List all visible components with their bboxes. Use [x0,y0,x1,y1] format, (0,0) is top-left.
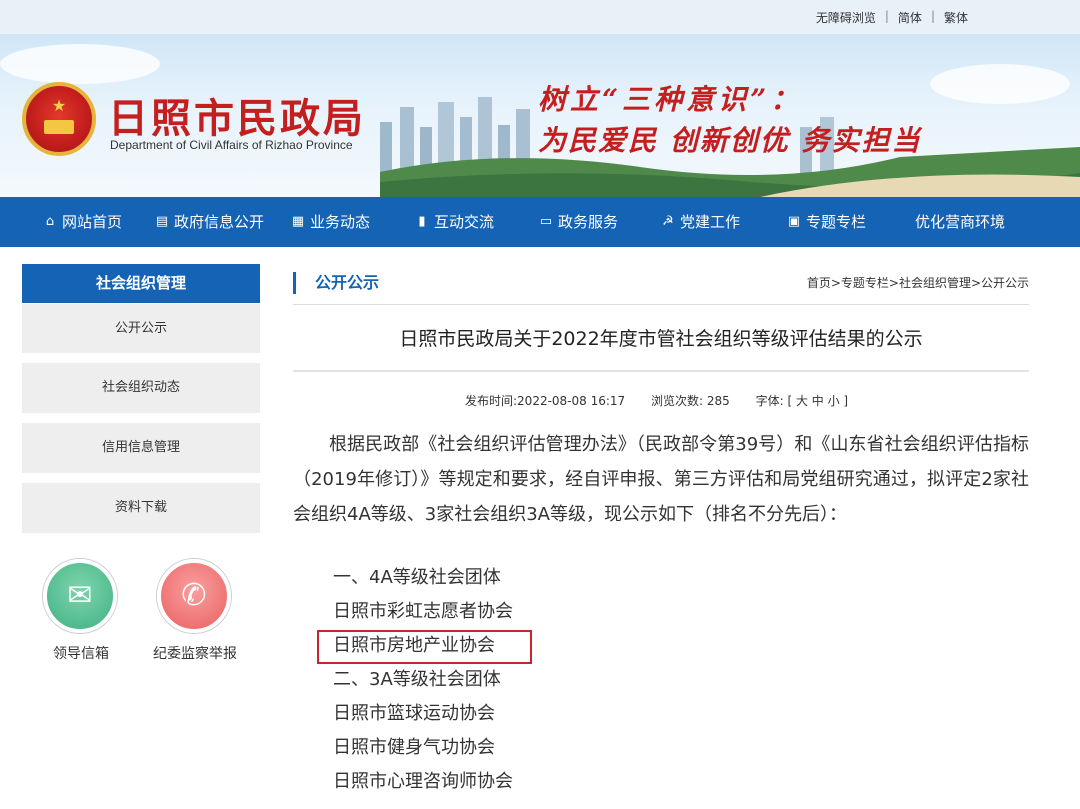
nav-item-gov-info[interactable]: ▤ 政府信息公开 [154,197,264,247]
divider [293,304,1029,305]
separator: | [930,9,935,23]
slogan-line-1: 树立“三种意识”： [538,83,803,116]
sidebar-item-org-news[interactable]: 社会组织动态 [22,363,260,413]
highlight-box [317,630,532,664]
nav-label: 党建工作 [680,213,741,231]
discipline-report-label[interactable]: 纪委监察举报 [153,643,237,663]
divider [293,370,1029,372]
top-utility-bar: 无障碍浏览 | 简体 | 繁体 [0,0,1080,34]
view-count: 浏览次数: 285 [651,394,730,408]
nav-item-gov-service[interactable]: ▭ 政务服务 [538,197,618,247]
site-title[interactable]: 日照市民政局 [108,86,366,144]
list-item: 日照市心理咨询师协会 [333,771,513,792]
sidebar-item-downloads[interactable]: 资料下载 [22,483,260,533]
leader-mailbox-label[interactable]: 领导信箱 [53,643,109,663]
simplified-chinese-link[interactable]: 简体 [898,9,922,26]
section-accent-bar [293,272,296,294]
discipline-report-button[interactable]: ✆ [157,559,231,633]
news-icon: ▦ [291,214,305,229]
quick-links: ✉ 领导信箱 ✆ 纪委监察举报 [22,559,260,669]
list-item: 日照市篮球运动协会 [333,703,495,724]
site-banner: ★ 日照市民政局 Department of Civil Affairs of … [0,34,1080,197]
article-body-paragraph: 根据民政部《社会组织评估管理办法》（民政部令第39号）和《山东省社会组织评估指标… [293,434,1029,525]
sidebar: 社会组织管理 公开公示 社会组织动态 信用信息管理 资料下载 [22,264,260,533]
section-title: 公开公示 [315,273,380,292]
utility-links: 无障碍浏览 | 简体 | 繁体 [816,9,968,26]
sidebar-heading: 社会组织管理 [22,264,260,303]
phone-icon: ✆ [181,578,207,613]
nav-label: 互动交流 [434,213,495,231]
list-item: 日照市健身气功协会 [333,737,495,758]
traditional-chinese-link[interactable]: 繁体 [944,9,968,26]
nav-label: 专题专栏 [806,213,867,231]
sidebar-item-credit-info[interactable]: 信用信息管理 [22,423,260,473]
nav-item-party-building[interactable]: ☭ 党建工作 [660,197,740,247]
font-size-label: 字体: [755,394,784,408]
accessibility-link[interactable]: 无障碍浏览 [816,9,876,26]
nav-item-business-news[interactable]: ▦ 业务动态 [290,197,370,247]
topic-icon: ▣ [787,214,801,229]
breadcrumb[interactable]: 首页>专题专栏>社会组织管理>公开公示 [807,274,1029,291]
leader-mailbox-button[interactable]: ✉ [43,559,117,633]
nav-item-business-environment[interactable]: 优化营商环境 [915,197,1005,247]
site-subtitle: Department of Civil Affairs of Rizhao Pr… [110,138,353,152]
publish-time: 发布时间:2022-08-08 16:17 [465,394,626,408]
font-size-selector[interactable]: [ 大 中 小 ] [787,394,848,408]
slogan-line-2: 为民爱民 创新创优 务实担当 [538,124,922,157]
home-icon: ⌂ [45,214,55,229]
cloud-decoration [0,44,160,84]
main-nav: ⌂ 网站首页 ▤ 政府信息公开 ▦ 业务动态 ▮ 互动交流 ▭ 政务服务 ☭ 党… [0,197,1080,247]
nav-label: 业务动态 [310,213,371,231]
nav-item-interaction[interactable]: ▮ 互动交流 [414,197,494,247]
service-icon: ▭ [539,214,553,229]
article-meta: 发布时间:2022-08-08 16:17 浏览次数: 285 字体: [ 大 … [465,392,848,409]
nav-label: 网站首页 [62,213,123,231]
article-title: 日照市民政局关于2022年度市管社会组织等级评估结果的公示 [399,328,923,350]
list-heading-3a: 二、3A等级社会团体 [333,669,501,690]
national-emblem-icon: ★ [22,82,96,156]
document-icon: ▤ [155,214,169,229]
sidebar-item-public-notice[interactable]: 公开公示 [22,303,260,353]
nav-item-topics[interactable]: ▣ 专题专栏 [786,197,866,247]
mail-icon: ✉ [67,578,93,613]
nav-label: 政府信息公开 [174,213,265,231]
nav-item-home[interactable]: ⌂ 网站首页 [42,197,122,247]
list-heading-4a: 一、4A等级社会团体 [333,567,501,588]
org-list: 一、4A等级社会团体 日照市彩虹志愿者协会 日照市房地产业协会 二、3A等级社会… [333,561,513,799]
separator: | [884,9,889,23]
list-item: 日照市彩虹志愿者协会 [333,601,513,622]
chat-icon: ▮ [418,214,426,229]
nav-label: 政务服务 [558,213,619,231]
party-icon: ☭ [662,214,674,229]
nav-label: 优化营商环境 [915,213,1006,231]
